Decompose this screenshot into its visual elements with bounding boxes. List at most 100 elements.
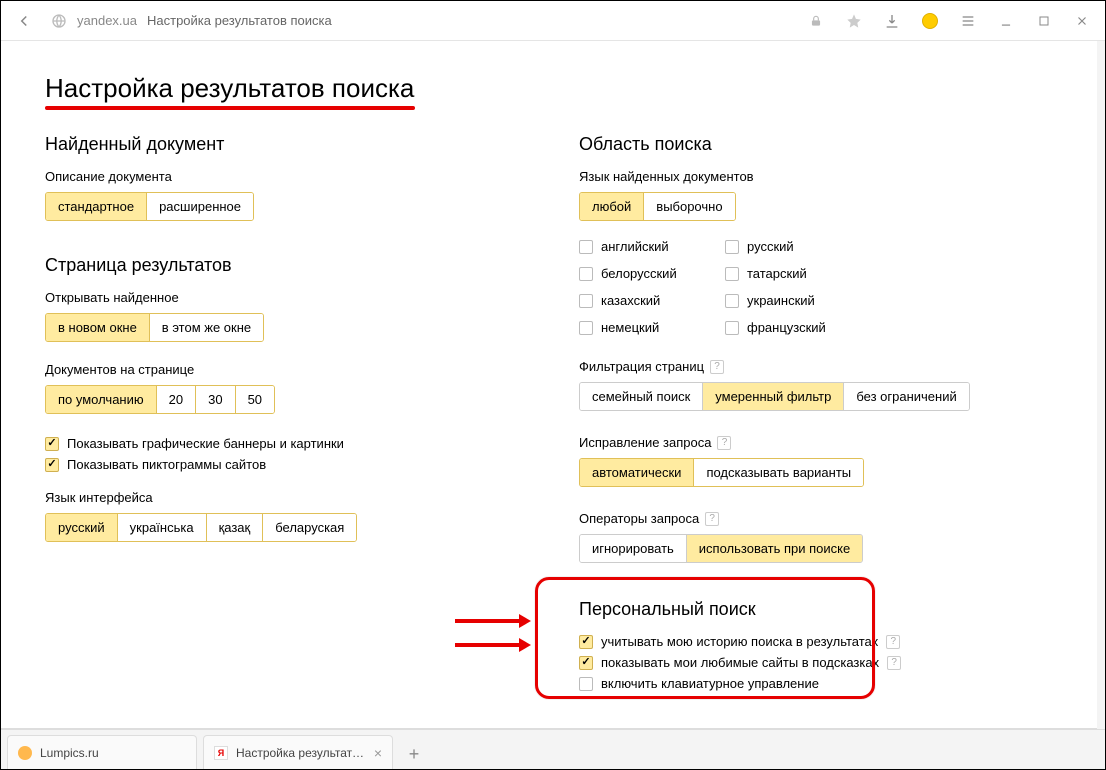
show-banners-row[interactable]: Показывать графические баннеры и картинк… [45,436,519,451]
title-underline-annotation [45,106,415,110]
lang-kk[interactable]: казахский [579,293,709,308]
filter-family[interactable]: семейный поиск [580,383,703,410]
personal-favsites-checkbox[interactable] [579,656,593,670]
personal-history-row[interactable]: учитывать мою историю поиска в результат… [579,634,1053,649]
lang-de-checkbox[interactable] [579,321,593,335]
filter-label: Фильтрация страниц ? [579,359,1053,374]
results-page-heading: Страница результатов [45,255,519,276]
browser-toolbar: yandex.ua Настройка результатов поиска [1,1,1105,41]
lang-checkbox-grid: английский русский белорусский татарский… [579,239,1053,341]
perpage-20[interactable]: 20 [157,386,196,413]
globe-icon [51,13,67,29]
tab-lumpics[interactable]: Lumpics.ru [7,735,197,769]
favicon-icon: Я [214,746,228,760]
tab-label: Lumpics.ru [40,746,186,760]
operators-ignore[interactable]: игнорировать [580,535,687,562]
help-icon[interactable]: ? [887,656,901,670]
back-button[interactable] [13,10,35,32]
download-icon[interactable] [881,10,903,32]
personal-history-checkbox[interactable] [579,635,593,649]
tab-close-icon[interactable]: × [374,745,382,761]
docs-lang-select[interactable]: выборочно [644,193,734,220]
perpage-default[interactable]: по умолчанию [46,386,157,413]
address-title: Настройка результатов поиска [147,13,332,28]
favicon-icon [18,746,32,760]
lang-tt[interactable]: татарский [725,266,855,281]
help-icon[interactable]: ? [717,436,731,450]
ui-lang-kz[interactable]: қазақ [207,514,264,541]
lang-be[interactable]: белорусский [579,266,709,281]
search-area-heading: Область поиска [579,134,1053,155]
docs-lang-label: Язык найденных документов [579,169,1053,184]
personal-keyboard-row[interactable]: включить клавиатурное управление [579,676,1053,691]
lang-de[interactable]: немецкий [579,320,709,335]
right-column: Область поиска Язык найденных документов… [579,134,1053,709]
personal-favsites-row[interactable]: показывать мои любимые сайты в подсказка… [579,655,1053,670]
lang-kk-checkbox[interactable] [579,294,593,308]
lang-ru[interactable]: русский [725,239,855,254]
show-favicons-checkbox[interactable] [45,458,59,472]
show-favicons-row[interactable]: Показывать пиктограммы сайтов [45,457,519,472]
personal-heading: Персональный поиск [579,599,1053,620]
lang-fr[interactable]: французский [725,320,855,335]
correction-auto[interactable]: автоматически [580,459,694,486]
perpage-label: Документов на странице [45,362,519,377]
ui-lang-ru[interactable]: русский [46,514,118,541]
personal-keyboard-label: включить клавиатурное управление [601,676,819,691]
docs-lang-segment: любой выборочно [579,192,736,221]
found-doc-heading: Найденный документ [45,134,519,155]
show-banners-checkbox[interactable] [45,437,59,451]
lang-fr-checkbox[interactable] [725,321,739,335]
ui-lang-ua[interactable]: українська [118,514,207,541]
personal-keyboard-checkbox[interactable] [579,677,593,691]
help-icon[interactable]: ? [886,635,900,649]
show-favicons-label: Показывать пиктограммы сайтов [67,457,266,472]
extension-icon[interactable] [919,10,941,32]
doc-desc-segment: стандартное расширенное [45,192,254,221]
new-tab-button[interactable]: + [399,739,429,769]
tab-bar: Lumpics.ru Я Настройка результатов п × + [1,729,1105,769]
lang-en-checkbox[interactable] [579,240,593,254]
operators-segment: игнорировать использовать при поиске [579,534,863,563]
filter-segment: семейный поиск умеренный фильтр без огра… [579,382,970,411]
lang-ru-checkbox[interactable] [725,240,739,254]
lang-uk[interactable]: украинский [725,293,855,308]
help-icon[interactable]: ? [705,512,719,526]
star-icon[interactable] [843,10,865,32]
tab-label: Настройка результатов п [236,746,366,760]
page-title: Настройка результатов поиска [45,73,414,104]
help-icon[interactable]: ? [710,360,724,374]
perpage-50[interactable]: 50 [236,386,274,413]
ui-lang-by[interactable]: беларуская [263,514,356,541]
personal-history-label: учитывать мою историю поиска в результат… [601,634,878,649]
lang-tt-checkbox[interactable] [725,267,739,281]
address-bar[interactable]: yandex.ua Настройка результатов поиска [51,13,789,29]
open-same-window[interactable]: в этом же окне [150,314,263,341]
open-new-window[interactable]: в новом окне [46,314,150,341]
correction-suggest[interactable]: подсказывать варианты [694,459,863,486]
minimize-button[interactable] [995,10,1017,32]
correction-segment: автоматически подсказывать варианты [579,458,864,487]
doc-desc-extended[interactable]: расширенное [147,193,253,220]
close-button[interactable] [1071,10,1093,32]
perpage-30[interactable]: 30 [196,386,235,413]
lock-icon[interactable] [805,10,827,32]
lang-be-checkbox[interactable] [579,267,593,281]
lang-en[interactable]: английский [579,239,709,254]
lang-uk-checkbox[interactable] [725,294,739,308]
filter-moderate[interactable]: умеренный фильтр [703,383,844,410]
show-banners-label: Показывать графические баннеры и картинк… [67,436,344,451]
doc-desc-standard[interactable]: стандартное [46,193,147,220]
docs-lang-any[interactable]: любой [580,193,644,220]
address-domain: yandex.ua [77,13,137,28]
open-mode-segment: в новом окне в этом же окне [45,313,264,342]
filter-none[interactable]: без ограничений [844,383,968,410]
maximize-button[interactable] [1033,10,1055,32]
open-mode-label: Открывать найденное [45,290,519,305]
menu-icon[interactable] [957,10,979,32]
scrollbar[interactable] [1097,41,1105,729]
perpage-segment: по умолчанию 20 30 50 [45,385,275,414]
operators-use[interactable]: использовать при поиске [687,535,862,562]
tab-yandex-settings[interactable]: Я Настройка результатов п × [203,735,393,769]
page-content: Настройка результатов поиска Найденный д… [1,41,1097,729]
